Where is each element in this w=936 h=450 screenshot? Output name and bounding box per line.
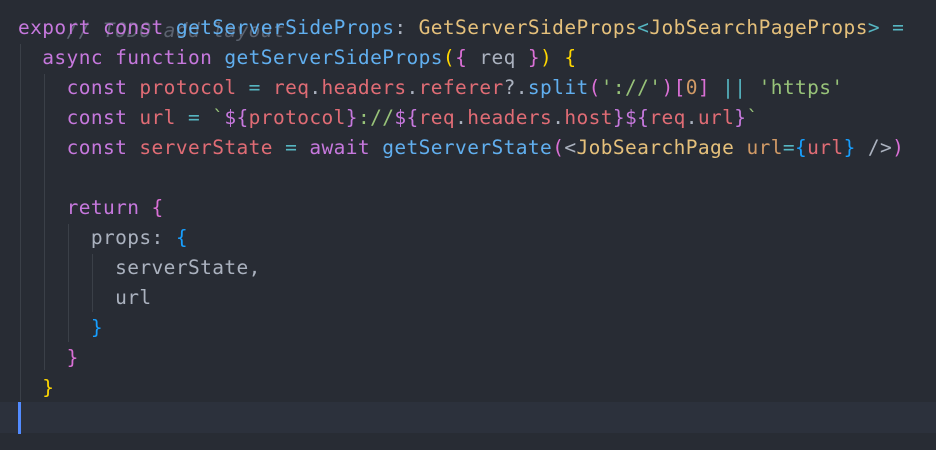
variable-token: req bbox=[418, 106, 456, 129]
interpolation-token: ${ bbox=[394, 106, 419, 129]
keyword-token: await bbox=[309, 136, 371, 159]
bracket-token: ) bbox=[661, 76, 674, 99]
code-line-5: const serverState = await getServerState… bbox=[18, 133, 904, 163]
bracket-token: { bbox=[564, 46, 577, 69]
bracket-token: } bbox=[42, 376, 55, 399]
property-token: headers bbox=[321, 76, 407, 99]
bracket-token: } bbox=[843, 136, 856, 159]
keyword-token: const bbox=[66, 136, 128, 159]
property-token: url bbox=[697, 106, 735, 129]
operator-token: = bbox=[782, 136, 795, 159]
interpolation-token: } bbox=[345, 106, 358, 129]
code-line-8: props: { bbox=[18, 223, 188, 253]
bracket-token: ( bbox=[588, 76, 601, 99]
operator-token: = bbox=[248, 76, 261, 99]
string-token: '://' bbox=[600, 76, 662, 99]
code-line-7: return { bbox=[18, 193, 164, 223]
keyword-token: function bbox=[115, 46, 213, 69]
operator-token: < bbox=[637, 16, 650, 39]
jsx-attribute-token: url bbox=[746, 136, 783, 159]
bracket-token: } bbox=[527, 46, 541, 69]
punctuation-token: : bbox=[394, 16, 407, 39]
bracket-token: { bbox=[455, 46, 468, 69]
operator-token: ?. bbox=[503, 76, 528, 99]
code-line-2: async function getServerSideProps({ req … bbox=[18, 43, 576, 73]
interpolation-token: } bbox=[734, 106, 747, 129]
code-line-9: serverState, bbox=[18, 253, 261, 283]
template-string-token: :// bbox=[357, 106, 395, 129]
interpolation-token: ${ bbox=[625, 106, 650, 129]
bracket-token: ( bbox=[552, 136, 565, 159]
interpolation-token: ${ bbox=[224, 106, 249, 129]
parameter-token: req bbox=[479, 46, 516, 69]
keyword-token: const bbox=[66, 76, 128, 99]
variable-token: url bbox=[139, 106, 176, 129]
code-line-4: const url = `${protocol}://${req.headers… bbox=[18, 103, 759, 133]
bracket-token: { bbox=[151, 196, 164, 219]
bracket-token: [ bbox=[673, 76, 686, 99]
variable-token: protocol bbox=[139, 76, 237, 99]
keyword-token: const bbox=[66, 106, 128, 129]
function-name-token: getServerSideProps bbox=[224, 46, 443, 69]
bracket-token: } bbox=[66, 346, 79, 369]
method-token: split bbox=[527, 76, 589, 99]
text-cursor bbox=[18, 402, 21, 434]
jsx-component-token: JobSearchPage bbox=[576, 136, 735, 159]
keyword-token: export bbox=[18, 16, 91, 39]
template-string-token: ` bbox=[746, 106, 759, 129]
operator-token: = bbox=[892, 16, 905, 39]
interpolation-token: } bbox=[612, 106, 626, 129]
jsx-tag-token: < bbox=[564, 136, 577, 159]
shorthand-property-token: serverState, bbox=[115, 256, 261, 279]
variable-token: protocol bbox=[248, 106, 346, 129]
punctuation-token: . bbox=[455, 106, 468, 129]
punctuation-token: : bbox=[151, 226, 164, 249]
shorthand-property-token: url bbox=[115, 286, 152, 309]
property-token: host bbox=[564, 106, 613, 129]
property-token: headers bbox=[467, 106, 553, 129]
keyword-token: async bbox=[42, 46, 103, 69]
code-line-11: } bbox=[18, 313, 103, 343]
template-string-token: ` bbox=[212, 106, 225, 129]
type-token: GetServerSideProps bbox=[418, 16, 638, 39]
punctuation-token: . bbox=[309, 76, 322, 99]
string-token: 'https' bbox=[758, 76, 844, 99]
punctuation-token: . bbox=[406, 76, 419, 99]
code-line-3: const protocol = req.headers.referer?.sp… bbox=[18, 73, 844, 103]
function-call-token: getServerState bbox=[382, 136, 553, 159]
keyword-token: const bbox=[102, 16, 164, 39]
code-line-1: export const getServerSideProps: GetServ… bbox=[18, 13, 904, 43]
bracket-token: ] bbox=[697, 76, 711, 99]
operator-token: = bbox=[187, 106, 201, 129]
active-line-highlight bbox=[0, 402, 936, 433]
property-token: referer bbox=[418, 76, 504, 99]
bracket-token: ) bbox=[892, 136, 905, 159]
variable-token: req bbox=[272, 76, 310, 99]
variable-token: serverState bbox=[139, 136, 273, 159]
variable-token: url bbox=[807, 136, 844, 159]
number-token: 0 bbox=[685, 76, 698, 99]
punctuation-token: . bbox=[552, 106, 565, 129]
function-name-token: getServerSideProps bbox=[175, 16, 395, 39]
code-line-10: url bbox=[18, 283, 152, 313]
bracket-token: ) bbox=[540, 46, 553, 69]
bracket-token: { bbox=[175, 226, 188, 249]
bracket-token: { bbox=[795, 136, 808, 159]
jsx-tag-token: /> bbox=[867, 136, 893, 159]
type-token: JobSearchPageProps bbox=[649, 16, 868, 39]
code-editor[interactable]: // TODO add layout export const getServe… bbox=[0, 0, 936, 450]
variable-token: req bbox=[649, 106, 686, 129]
bracket-token: } bbox=[90, 316, 103, 339]
operator-token: = bbox=[285, 136, 298, 159]
bracket-token: ( bbox=[442, 46, 456, 69]
code-line-13: } bbox=[18, 373, 54, 403]
punctuation-token: . bbox=[685, 106, 698, 129]
operator-token: > bbox=[867, 16, 880, 39]
property-key-token: props bbox=[90, 226, 152, 249]
code-line-12: } bbox=[18, 343, 79, 373]
operator-token: || bbox=[722, 76, 747, 99]
keyword-token: return bbox=[66, 196, 140, 219]
